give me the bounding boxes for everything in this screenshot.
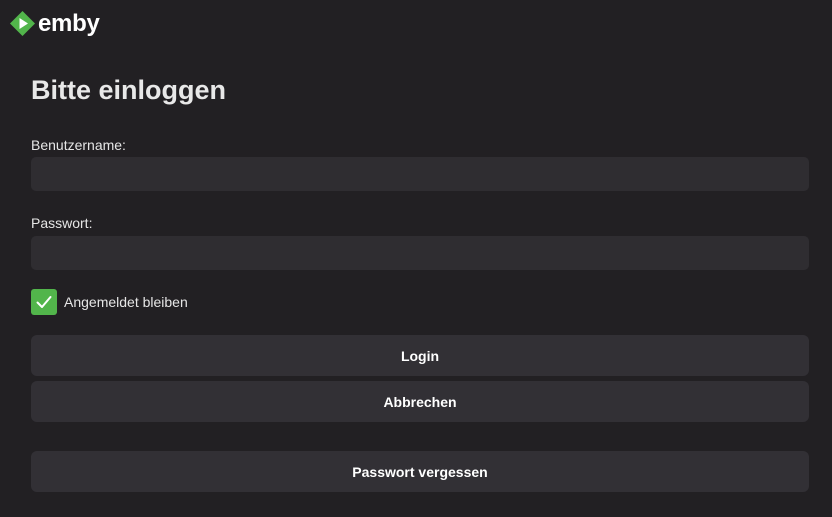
forgot-password-button[interactable]: Passwort vergessen <box>31 451 809 492</box>
emby-logo-icon <box>10 10 35 36</box>
page-title: Bitte einloggen <box>31 75 226 105</box>
login-button[interactable]: Login <box>31 335 809 376</box>
remember-me-label: Angemeldet bleiben <box>64 293 188 310</box>
brand: emby <box>9 9 100 37</box>
login-page: emby Bitte einloggen Benutzername: Passw… <box>0 0 832 517</box>
cancel-button[interactable]: Abbrechen <box>31 381 809 422</box>
username-field[interactable] <box>31 157 809 191</box>
remember-me-checkbox-row[interactable]: Angemeldet bleiben <box>31 288 188 315</box>
checkmark-icon <box>36 295 52 308</box>
remember-me-checkbox[interactable] <box>31 288 57 315</box>
username-label: Benutzername: <box>31 137 126 153</box>
brand-name: emby <box>38 9 100 37</box>
password-label: Passwort: <box>31 215 93 231</box>
password-field[interactable] <box>31 236 809 270</box>
